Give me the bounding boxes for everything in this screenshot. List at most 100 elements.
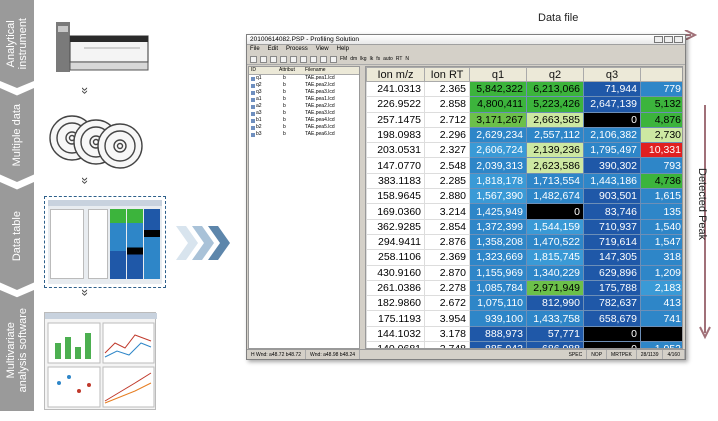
ion-mz-cell: 430.9160 <box>366 264 425 281</box>
toolbar-n-button[interactable]: N <box>405 54 409 65</box>
menu-file[interactable]: File <box>250 45 260 54</box>
table-row[interactable]: 258.1106 2.369 1,323,669 1,815,745 147,305 31… <box>366 249 682 266</box>
intensity-cell: 1,358,208 <box>469 233 527 251</box>
table-row[interactable]: 383.1183 2.285 1,818,178 1,713,554 1,443,186… <box>366 172 682 190</box>
toolbar-auto-button[interactable]: auto <box>383 54 393 65</box>
data-table: Ion m/z Ion RT q1 q2 q3 241.0313 2.365 5,8… <box>366 67 682 348</box>
table-row[interactable]: 198.0983 2.296 2,629,234 2,557,112 2,106,382… <box>366 126 682 144</box>
col-ion-rt-header[interactable]: Ion RT <box>424 67 470 82</box>
file-icon <box>251 83 255 88</box>
status-segment: Wnd: a48.98 b48.24 <box>306 350 361 359</box>
intensity-cell: 888,973 <box>469 325 527 343</box>
file-icon <box>251 76 255 81</box>
filter-icon[interactable] <box>320 55 327 63</box>
menu-view[interactable]: View <box>316 45 329 54</box>
table-row[interactable]: 226.9522 2.858 4,800,411 5,223,426 2,647,139… <box>366 96 682 113</box>
intensity-cell: 1,340,229 <box>526 264 584 281</box>
table-row[interactable]: 430.9160 2.870 1,155,969 1,340,229 629,896 1,… <box>366 264 682 281</box>
table-row[interactable]: 261.0386 2.278 1,085,784 2,971,949 175,788 2,… <box>366 279 682 297</box>
ion-mz-cell: 241.0313 <box>366 80 425 98</box>
table-row[interactable]: 169.0360 3.214 1,425,949 0 83,746 135 <box>366 203 682 220</box>
file-icon <box>251 97 255 102</box>
menu-process[interactable]: Process <box>286 45 308 54</box>
table-row[interactable]: 182.9860 2.672 1,075,110 812,990 782,637 413 <box>366 295 682 312</box>
file-name: TAE.pea6.lcd <box>305 131 335 137</box>
minimize-button[interactable] <box>654 36 663 43</box>
file-list-row[interactable]: q2 b TAE.pea2.lcd <box>249 82 359 89</box>
intensity-cell: 782,637 <box>583 295 641 312</box>
toolbar-lk-button[interactable]: lk <box>370 54 374 65</box>
table-row[interactable]: 147.0770 2.548 2,039,313 2,623,586 390,302 79… <box>366 157 682 174</box>
col-q3-header[interactable]: q3 <box>583 67 641 82</box>
toolbar-rt-button[interactable]: RT <box>396 54 403 65</box>
table-row[interactable]: 257.1475 2.712 3,171,267 2,663,585 0 4,876 <box>366 111 682 128</box>
table-row[interactable]: 144.1032 3.178 888,973 57,771 0 <box>366 325 682 343</box>
print-icon[interactable] <box>280 55 287 63</box>
file-list-row[interactable]: a1 b TAE.pea1.lcd <box>249 96 359 103</box>
table-row[interactable]: 241.0313 2.365 5,842,322 6,213,066 71,944 779 <box>366 80 682 98</box>
toolbar-fs-button[interactable]: fs <box>376 54 380 65</box>
ion-mz-cell: 383.1183 <box>366 172 425 190</box>
file-list-row[interactable]: q1 b TAE.pea1.lcd <box>249 75 359 82</box>
intensity-cell: 1,818,178 <box>469 172 527 190</box>
intensity-cell <box>640 325 682 343</box>
ion-mz-cell: 257.1475 <box>366 111 425 128</box>
intensity-cell: 2,647,139 <box>583 96 641 113</box>
detected-peak-label-wrap: Detected Peak <box>694 168 718 258</box>
file-id: a3 <box>256 110 262 116</box>
file-list-row[interactable]: q3 b TAE.pea3.lcd <box>249 89 359 96</box>
close-button[interactable] <box>674 36 683 43</box>
sort-icon[interactable] <box>330 55 337 63</box>
step-label: Data table <box>11 210 23 262</box>
maximize-button[interactable] <box>664 36 673 43</box>
ion-mz-cell: 258.1106 <box>366 249 425 266</box>
intensity-cell: 1,443,186 <box>583 172 641 190</box>
file-name: TAE.pea2.lcd <box>305 82 335 88</box>
window-titlebar[interactable]: 20100614082.PSP - Profiling Solution <box>247 35 685 45</box>
file-list-row[interactable]: b3 b TAE.pea6.lcd <box>249 131 359 138</box>
col-id-header[interactable]: ID <box>249 67 279 74</box>
ion-mz-cell: 226.9522 <box>366 96 425 113</box>
col-filename-header[interactable]: Filename <box>305 67 359 74</box>
file-list-row[interactable]: a3 b TAE.pea3.lcd <box>249 110 359 117</box>
intensity-cell: 4,736 <box>640 172 682 190</box>
table-row[interactable]: 294.9411 2.876 1,358,208 1,470,522 719,614 1,… <box>366 233 682 251</box>
col-q2-header[interactable]: q2 <box>526 67 584 82</box>
col-ion-mz-header[interactable]: Ion m/z <box>366 67 425 82</box>
step-multivariate-software: Multivariate analysis software <box>0 290 34 411</box>
copy-icon[interactable] <box>300 55 307 63</box>
ion-mz-cell: 175.1193 <box>366 310 425 327</box>
toolbar-dm-button[interactable]: dm <box>350 54 357 65</box>
file-list-row[interactable]: b2 b TAE.pea5.lcd <box>249 124 359 131</box>
table-row[interactable]: 140.06812.748885,043686,08801,052 <box>366 341 682 348</box>
table-row[interactable]: 175.1193 3.954 939,100 1,433,758 658,679 741 <box>366 310 682 327</box>
ion-rt-cell: 3.954 <box>424 310 470 327</box>
file-id-cell: a2 <box>249 103 279 110</box>
file-attribute: b <box>283 89 286 95</box>
toolbar: FM dm lkg lk fs auto RT N <box>247 54 685 65</box>
save-icon[interactable] <box>270 55 277 63</box>
intensity-cell: 686,088 <box>526 341 584 348</box>
toolbar-lkg-button[interactable]: lkg <box>360 54 366 65</box>
toolbar-fm-button[interactable]: FM <box>340 54 347 65</box>
col-attribute-header[interactable]: Attribut <box>279 67 305 74</box>
paste-icon[interactable] <box>310 55 317 63</box>
intensity-cell: 1,547 <box>640 233 682 251</box>
table-row[interactable]: 362.9285 2.854 1,372,399 1,544,159 710,937 1,… <box>366 218 682 235</box>
file-list-row[interactable]: a2 b TAE.pea2.lcd <box>249 103 359 110</box>
cut-icon[interactable] <box>290 55 297 63</box>
menu-edit[interactable]: Edit <box>268 45 278 54</box>
table-row[interactable]: 158.9645 2.880 1,567,390 1,482,674 903,501 1,… <box>366 188 682 205</box>
menubar: File Edit Process View Help <box>247 45 685 54</box>
file-name: TAE.pea2.lcd <box>305 103 335 109</box>
open-icon[interactable] <box>260 55 267 63</box>
file-list-row[interactable]: b1 b TAE.pea4.lcd <box>249 117 359 124</box>
new-icon[interactable] <box>250 55 257 63</box>
data-file-label: Data file <box>538 12 579 24</box>
intensity-cell: 2,623,586 <box>526 157 584 174</box>
col-q1-header[interactable]: q1 <box>469 67 527 82</box>
intensity-cell: 2,663,585 <box>526 111 584 128</box>
col-extra-header[interactable] <box>640 67 682 82</box>
window-title: 20100614082.PSP - Profiling Solution <box>250 36 360 43</box>
table-row[interactable]: 203.0531 2.327 2,606,724 2,139,236 1,795,497… <box>366 142 682 159</box>
